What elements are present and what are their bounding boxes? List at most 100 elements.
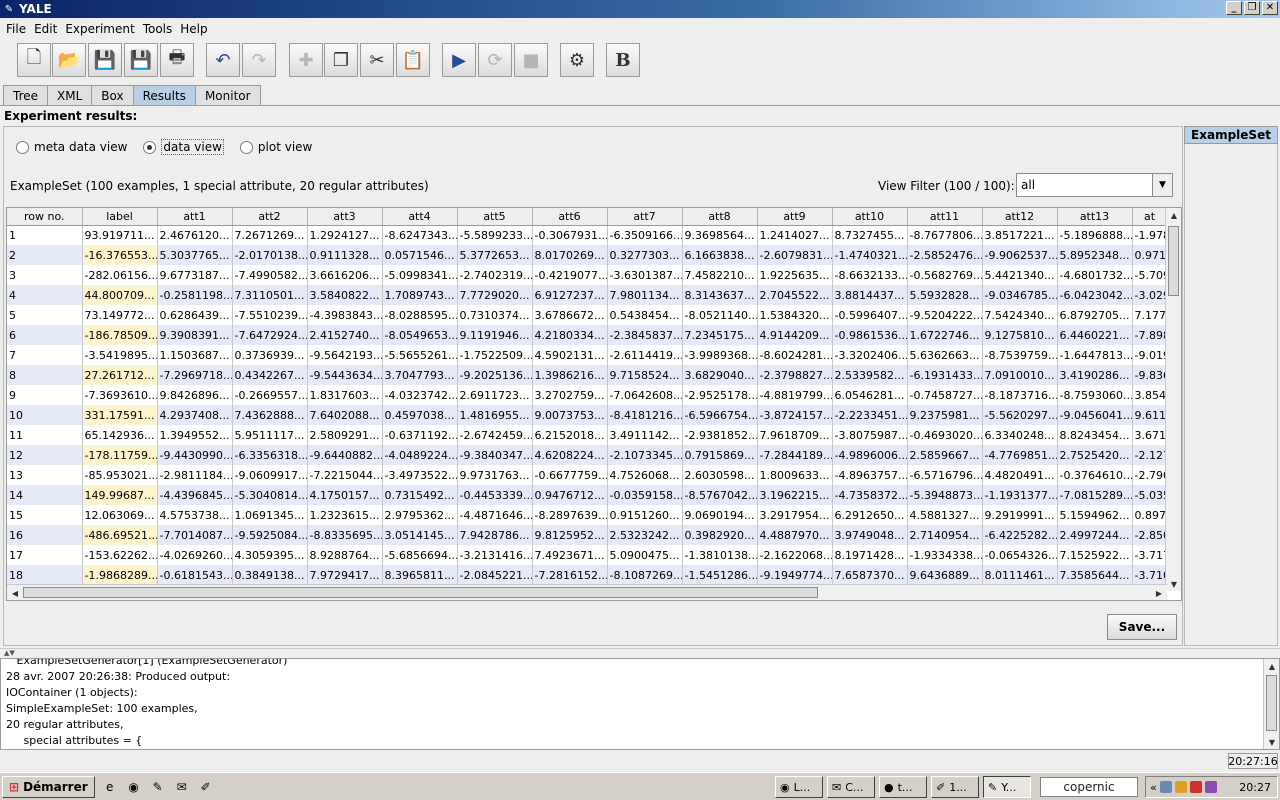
table-cell[interactable]: 7.4362888... <box>232 405 308 425</box>
tab-results[interactable]: Results <box>132 85 196 105</box>
splitter[interactable]: ▲▼ <box>0 648 1280 658</box>
table-cell[interactable]: -3.710 <box>1132 565 1167 585</box>
table-cell[interactable]: 1.9225635... <box>757 265 833 285</box>
label-cell[interactable]: -282.06156... <box>82 265 158 285</box>
table-row[interactable]: 17 -153.62262... -4.0269260... 4.3059395...… <box>7 545 1167 565</box>
scroll-down-icon[interactable]: ▼ <box>1166 577 1181 591</box>
table-cell[interactable]: 1.2924127... <box>307 225 383 245</box>
table-cell[interactable]: -5.5620297... <box>982 405 1058 425</box>
tab-monitor[interactable]: Monitor <box>194 85 261 105</box>
table-cell[interactable]: -5.5899233... <box>457 225 533 245</box>
table-cell[interactable]: 5.4421340... <box>982 265 1058 285</box>
row-number-cell[interactable]: 7 <box>7 345 83 365</box>
table-cell[interactable]: 9.3908391... <box>157 325 233 345</box>
label-cell[interactable]: 149.99687... <box>82 485 158 505</box>
table-cell[interactable]: 3.4911142... <box>607 425 683 445</box>
row-number-cell[interactable]: 5 <box>7 305 83 325</box>
table-cell[interactable]: -6.5716796... <box>907 465 983 485</box>
column-header-att1[interactable]: att1 <box>157 208 233 226</box>
row-number-cell[interactable]: 14 <box>7 485 83 505</box>
table-row[interactable]: 3 -282.06156... 9.6773187... -7.4990582... 3… <box>7 265 1167 285</box>
table-cell[interactable]: 6.2152018... <box>532 425 608 445</box>
thunderbird-icon[interactable]: ✉ <box>173 778 191 796</box>
table-cell[interactable]: -4.0269260... <box>157 545 233 565</box>
column-header-att12[interactable]: att12 <box>982 208 1058 226</box>
table-cell[interactable]: -0.3764610... <box>1057 465 1133 485</box>
table-cell[interactable]: 7.6587370... <box>832 565 908 585</box>
table-cell[interactable]: -7.4990582... <box>232 265 308 285</box>
table-cell[interactable]: 1.5384320... <box>757 305 833 325</box>
column-header-att13[interactable]: att13 <box>1057 208 1133 226</box>
table-cell[interactable]: 5.6362663... <box>907 345 983 365</box>
table-cell[interactable]: 0.4597038... <box>382 405 458 425</box>
table-cell[interactable]: -3.8724157... <box>757 405 833 425</box>
table-cell[interactable]: -1.3810138... <box>682 545 758 565</box>
column-header-att11[interactable]: att11 <box>907 208 983 226</box>
table-cell[interactable]: 2.5323242... <box>607 525 683 545</box>
row-number-cell[interactable]: 9 <box>7 385 83 405</box>
table-cell[interactable]: -8.0521140... <box>682 305 758 325</box>
save-button[interactable]: Save... <box>1107 614 1177 640</box>
table-row[interactable]: 1 93.919711... 2.4676120... 7.2671269... 1.2… <box>7 225 1167 245</box>
save-as-disk-button[interactable]: 💾 <box>124 43 158 77</box>
table-cell[interactable]: 0.3982920... <box>682 525 758 545</box>
table-cell[interactable]: 3.2917954... <box>757 505 833 525</box>
table-row[interactable]: 5 73.149772... 0.6286439... -7.5510239... -4… <box>7 305 1167 325</box>
table-cell[interactable]: 0.6286439... <box>157 305 233 325</box>
table-cell[interactable]: -8.7593060... <box>1057 385 1133 405</box>
run-button[interactable]: ▶ <box>442 43 476 77</box>
label-cell[interactable]: -1.9868289... <box>82 565 158 585</box>
table-cell[interactable]: -7.0815289... <box>1057 485 1133 505</box>
table-cell[interactable]: -2.7402319... <box>457 265 533 285</box>
start-button[interactable]: ⊞ Démarrer <box>2 775 95 798</box>
table-cell[interactable]: 0.897 <box>1132 505 1167 525</box>
table-cell[interactable]: 4.3059395... <box>232 545 308 565</box>
table-cell[interactable]: -5.6856694... <box>382 545 458 565</box>
table-cell[interactable]: -9.019 <box>1132 345 1167 365</box>
table-cell[interactable]: -4.8819799... <box>757 385 833 405</box>
table-cell[interactable]: 9.3698564... <box>682 225 758 245</box>
label-cell[interactable]: 73.149772... <box>82 305 158 325</box>
table-cell[interactable]: 0.5438454... <box>607 305 683 325</box>
column-header-att2[interactable]: att2 <box>232 208 308 226</box>
table-cell[interactable]: 9.0690194... <box>682 505 758 525</box>
table-cell[interactable]: -2.790 <box>1132 465 1167 485</box>
table-cell[interactable]: -7.898 <box>1132 325 1167 345</box>
table-cell[interactable]: 9.6436889... <box>907 565 983 585</box>
table-cell[interactable]: -3.9989368... <box>682 345 758 365</box>
table-cell[interactable]: -2.6079831... <box>757 245 833 265</box>
table-cell[interactable]: 4.1750157... <box>307 485 383 505</box>
table-row[interactable]: 16 -486.69521... -7.7014087... -9.5925084..… <box>7 525 1167 545</box>
table-cell[interactable]: -4.0323742... <box>382 385 458 405</box>
column-header-at[interactable]: at <box>1132 208 1167 226</box>
table-cell[interactable]: 7.4582210... <box>682 265 758 285</box>
table-cell[interactable]: 3.5840822... <box>307 285 383 305</box>
scroll-left-icon[interactable]: ◀ <box>7 586 23 600</box>
row-number-cell[interactable]: 10 <box>7 405 83 425</box>
table-cell[interactable]: 5.3037765... <box>157 245 233 265</box>
table-row[interactable]: 14 149.99687... -4.4396845... -5.3040814...… <box>7 485 1167 505</box>
table-cell[interactable]: -9.6440882... <box>307 445 383 465</box>
table-cell[interactable]: 1.0691345... <box>232 505 308 525</box>
table-cell[interactable]: 1.1503687... <box>157 345 233 365</box>
table-cell[interactable]: -8.0549653... <box>382 325 458 345</box>
wizard-button[interactable]: ⚙ <box>560 43 594 77</box>
table-cell[interactable]: 4.4887970... <box>757 525 833 545</box>
label-cell[interactable]: -186.78509... <box>82 325 158 345</box>
table-cell[interactable]: 8.9288764... <box>307 545 383 565</box>
label-cell[interactable]: -7.3693610... <box>82 385 158 405</box>
table-cell[interactable]: 6.0546281... <box>832 385 908 405</box>
table-cell[interactable]: -3.3202406... <box>832 345 908 365</box>
table-cell[interactable]: 2.4152740... <box>307 325 383 345</box>
table-cell[interactable]: -6.5966754... <box>682 405 758 425</box>
table-cell[interactable]: -0.0359158... <box>607 485 683 505</box>
table-cell[interactable]: -4.7769851... <box>982 445 1058 465</box>
table-cell[interactable]: 9.9731763... <box>457 465 533 485</box>
table-cell[interactable]: 0.0571546... <box>382 245 458 265</box>
label-cell[interactable]: 93.919711... <box>82 225 158 245</box>
table-cell[interactable]: 1.3949552... <box>157 425 233 445</box>
table-cell[interactable]: -7.2215044... <box>307 465 383 485</box>
label-cell[interactable]: 27.261712... <box>82 365 158 385</box>
log-scrollbar[interactable]: ▲ ▼ <box>1263 659 1279 749</box>
table-cell[interactable]: 7.1525922... <box>1057 545 1133 565</box>
